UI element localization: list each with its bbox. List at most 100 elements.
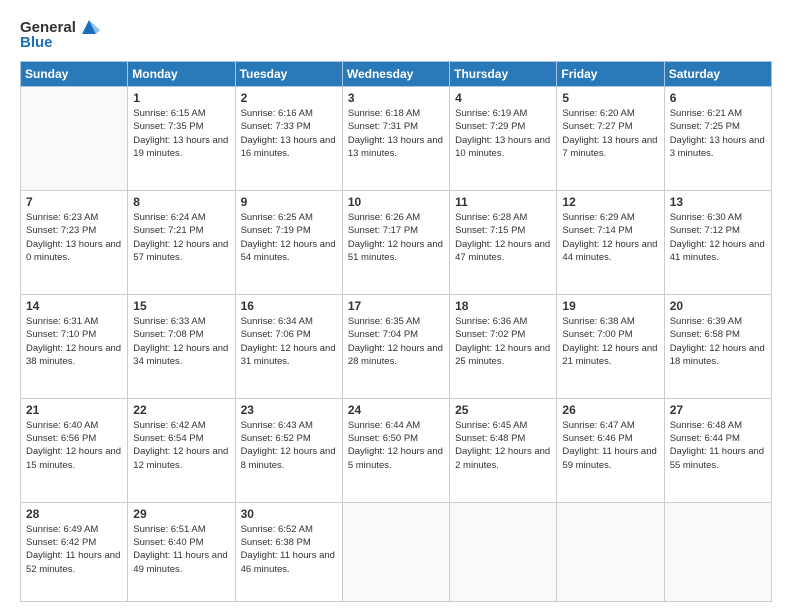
calendar-cell: 7 Sunrise: 6:23 AMSunset: 7:23 PMDaylight…: [21, 190, 128, 294]
calendar-table: SundayMondayTuesdayWednesdayThursdayFrid…: [20, 61, 772, 602]
day-info: Sunrise: 6:26 AMSunset: 7:17 PMDaylight:…: [348, 211, 444, 264]
day-info: Sunrise: 6:18 AMSunset: 7:31 PMDaylight:…: [348, 107, 444, 160]
day-number: 27: [670, 403, 766, 417]
day-info: Sunrise: 6:16 AMSunset: 7:33 PMDaylight:…: [241, 107, 337, 160]
logo-blue: Blue: [20, 34, 53, 51]
calendar-cell: 25 Sunrise: 6:45 AMSunset: 6:48 PMDayligh…: [450, 398, 557, 502]
calendar-cell: 26Sunrise: 6:47 AMSunset: 6:46 PMDayligh…: [557, 398, 664, 502]
day-number: 30: [241, 507, 337, 521]
calendar-day-header: Wednesday: [342, 62, 449, 87]
day-number: 23: [241, 403, 337, 417]
day-info: Sunrise: 6:43 AMSunset: 6:52 PMDaylight:…: [241, 419, 337, 472]
day-number: 9: [241, 195, 337, 209]
day-info: Sunrise: 6:24 AMSunset: 7:21 PMDaylight:…: [133, 211, 229, 264]
day-info: Sunrise: 6:33 AMSunset: 7:08 PMDaylight:…: [133, 315, 229, 368]
calendar-day-header: Friday: [557, 62, 664, 87]
day-number: 7: [26, 195, 122, 209]
day-info: Sunrise: 6:38 AMSunset: 7:00 PMDaylight:…: [562, 315, 658, 368]
day-info: Sunrise: 6:23 AMSunset: 7:23 PMDaylight:…: [26, 211, 122, 264]
calendar-cell: 1 Sunrise: 6:15 AMSunset: 7:35 PMDaylight…: [128, 87, 235, 191]
calendar-cell: 8Sunrise: 6:24 AMSunset: 7:21 PMDaylight…: [128, 190, 235, 294]
day-info: Sunrise: 6:39 AMSunset: 6:58 PMDaylight:…: [670, 315, 766, 368]
day-info: Sunrise: 6:45 AMSunset: 6:48 PMDaylight:…: [455, 419, 551, 472]
day-number: 20: [670, 299, 766, 313]
day-number: 29: [133, 507, 229, 521]
day-number: 15: [133, 299, 229, 313]
day-info: Sunrise: 6:36 AMSunset: 7:02 PMDaylight:…: [455, 315, 551, 368]
calendar-cell: 13Sunrise: 6:30 AMSunset: 7:12 PMDayligh…: [664, 190, 771, 294]
logo-icon: [78, 16, 100, 38]
day-info: Sunrise: 6:29 AMSunset: 7:14 PMDaylight:…: [562, 211, 658, 264]
day-number: 28: [26, 507, 122, 521]
day-info: Sunrise: 6:31 AMSunset: 7:10 PMDaylight:…: [26, 315, 122, 368]
logo-general: General: [20, 19, 76, 36]
logo: General Blue: [20, 16, 100, 51]
day-number: 22: [133, 403, 229, 417]
day-info: Sunrise: 6:30 AMSunset: 7:12 PMDaylight:…: [670, 211, 766, 264]
calendar-cell: 19 Sunrise: 6:38 AMSunset: 7:00 PMDayligh…: [557, 294, 664, 398]
calendar-cell: 20 Sunrise: 6:39 AMSunset: 6:58 PMDayligh…: [664, 294, 771, 398]
calendar-day-header: Saturday: [664, 62, 771, 87]
day-info: Sunrise: 6:49 AMSunset: 6:42 PMDaylight:…: [26, 523, 122, 576]
calendar-cell: 12 Sunrise: 6:29 AMSunset: 7:14 PMDayligh…: [557, 190, 664, 294]
calendar-cell: 28 Sunrise: 6:49 AMSunset: 6:42 PMDayligh…: [21, 502, 128, 601]
calendar-cell: 16 Sunrise: 6:34 AMSunset: 7:06 PMDayligh…: [235, 294, 342, 398]
day-info: Sunrise: 6:40 AMSunset: 6:56 PMDaylight:…: [26, 419, 122, 472]
day-number: 24: [348, 403, 444, 417]
calendar-cell: [664, 502, 771, 601]
calendar-cell: 15 Sunrise: 6:33 AMSunset: 7:08 PMDayligh…: [128, 294, 235, 398]
day-info: Sunrise: 6:25 AMSunset: 7:19 PMDaylight:…: [241, 211, 337, 264]
day-number: 19: [562, 299, 658, 313]
day-number: 11: [455, 195, 551, 209]
day-number: 25: [455, 403, 551, 417]
calendar-day-header: Sunday: [21, 62, 128, 87]
calendar-cell: 14Sunrise: 6:31 AMSunset: 7:10 PMDayligh…: [21, 294, 128, 398]
calendar-week-row: 14Sunrise: 6:31 AMSunset: 7:10 PMDayligh…: [21, 294, 772, 398]
calendar-cell: 4Sunrise: 6:19 AMSunset: 7:29 PMDaylight…: [450, 87, 557, 191]
calendar-cell: 6 Sunrise: 6:21 AMSunset: 7:25 PMDaylight…: [664, 87, 771, 191]
calendar-cell: 27 Sunrise: 6:48 AMSunset: 6:44 PMDayligh…: [664, 398, 771, 502]
day-number: 18: [455, 299, 551, 313]
day-info: Sunrise: 6:48 AMSunset: 6:44 PMDaylight:…: [670, 419, 766, 472]
day-number: 10: [348, 195, 444, 209]
page: General Blue SundayMondayTuesdayWednesda…: [0, 0, 792, 612]
day-info: Sunrise: 6:19 AMSunset: 7:29 PMDaylight:…: [455, 107, 551, 160]
calendar-cell: 23 Sunrise: 6:43 AMSunset: 6:52 PMDayligh…: [235, 398, 342, 502]
calendar-cell: 3 Sunrise: 6:18 AMSunset: 7:31 PMDaylight…: [342, 87, 449, 191]
day-info: Sunrise: 6:21 AMSunset: 7:25 PMDaylight:…: [670, 107, 766, 160]
calendar-week-row: 7 Sunrise: 6:23 AMSunset: 7:23 PMDaylight…: [21, 190, 772, 294]
calendar-day-header: Monday: [128, 62, 235, 87]
day-info: Sunrise: 6:51 AMSunset: 6:40 PMDaylight:…: [133, 523, 229, 576]
day-info: Sunrise: 6:20 AMSunset: 7:27 PMDaylight:…: [562, 107, 658, 160]
calendar-cell: 30 Sunrise: 6:52 AMSunset: 6:38 PMDayligh…: [235, 502, 342, 601]
calendar-cell: [21, 87, 128, 191]
day-number: 12: [562, 195, 658, 209]
day-number: 2: [241, 91, 337, 105]
day-info: Sunrise: 6:28 AMSunset: 7:15 PMDaylight:…: [455, 211, 551, 264]
day-number: 17: [348, 299, 444, 313]
calendar-week-row: 1 Sunrise: 6:15 AMSunset: 7:35 PMDaylight…: [21, 87, 772, 191]
day-info: Sunrise: 6:52 AMSunset: 6:38 PMDaylight:…: [241, 523, 337, 576]
calendar-cell: 10 Sunrise: 6:26 AMSunset: 7:17 PMDayligh…: [342, 190, 449, 294]
day-number: 3: [348, 91, 444, 105]
day-info: Sunrise: 6:42 AMSunset: 6:54 PMDaylight:…: [133, 419, 229, 472]
calendar-cell: 21 Sunrise: 6:40 AMSunset: 6:56 PMDayligh…: [21, 398, 128, 502]
calendar-header-row: SundayMondayTuesdayWednesdayThursdayFrid…: [21, 62, 772, 87]
calendar-cell: 5Sunrise: 6:20 AMSunset: 7:27 PMDaylight…: [557, 87, 664, 191]
calendar-week-row: 28 Sunrise: 6:49 AMSunset: 6:42 PMDayligh…: [21, 502, 772, 601]
calendar-cell: 17Sunrise: 6:35 AMSunset: 7:04 PMDayligh…: [342, 294, 449, 398]
day-number: 16: [241, 299, 337, 313]
day-info: Sunrise: 6:47 AMSunset: 6:46 PMDaylight:…: [562, 419, 658, 472]
day-number: 6: [670, 91, 766, 105]
calendar-cell: [342, 502, 449, 601]
day-info: Sunrise: 6:44 AMSunset: 6:50 PMDaylight:…: [348, 419, 444, 472]
calendar-week-row: 21 Sunrise: 6:40 AMSunset: 6:56 PMDayligh…: [21, 398, 772, 502]
calendar-cell: [450, 502, 557, 601]
calendar-cell: [557, 502, 664, 601]
calendar-cell: 22 Sunrise: 6:42 AMSunset: 6:54 PMDayligh…: [128, 398, 235, 502]
day-info: Sunrise: 6:15 AMSunset: 7:35 PMDaylight:…: [133, 107, 229, 160]
day-info: Sunrise: 6:34 AMSunset: 7:06 PMDaylight:…: [241, 315, 337, 368]
day-number: 1: [133, 91, 229, 105]
day-number: 21: [26, 403, 122, 417]
calendar-cell: 2 Sunrise: 6:16 AMSunset: 7:33 PMDaylight…: [235, 87, 342, 191]
